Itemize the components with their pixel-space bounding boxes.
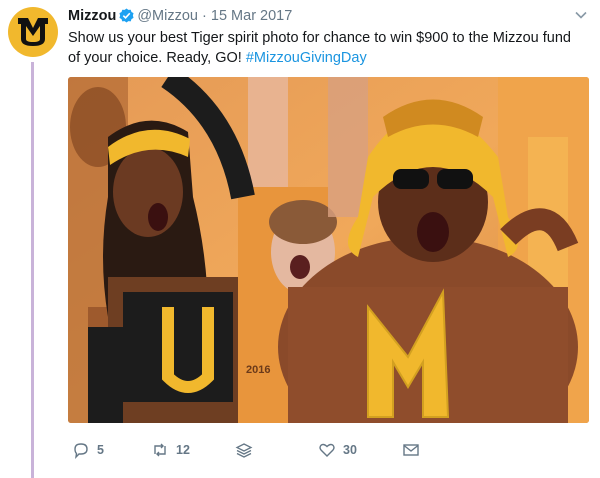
separator-dot: · xyxy=(202,8,207,24)
fans-photo: 2016 xyxy=(68,77,589,423)
tweet-actions: 5 12 30 xyxy=(72,440,432,460)
heart-icon xyxy=(319,443,335,457)
author-name[interactable]: Mizzou xyxy=(68,8,116,24)
reply-button[interactable]: 5 xyxy=(72,440,104,460)
like-count: 30 xyxy=(343,443,357,457)
layers-icon xyxy=(235,443,253,458)
tweet-card: Mizzou @Mizzou · 15 Mar 2017 Show us you… xyxy=(0,0,600,478)
retweet-icon xyxy=(154,443,166,457)
like-button[interactable]: 30 xyxy=(318,440,357,460)
retweet-count: 12 xyxy=(176,443,190,457)
retweet-button[interactable]: 12 xyxy=(151,440,190,460)
hashtag-link[interactable]: #MizzouGivingDay xyxy=(246,50,367,66)
reply-icon xyxy=(74,443,88,459)
tweet-photo[interactable]: 2016 xyxy=(68,77,589,423)
layers-button[interactable] xyxy=(235,440,253,460)
author-handle[interactable]: @Mizzou xyxy=(137,8,198,24)
tweet-header: Mizzou @Mizzou · 15 Mar 2017 xyxy=(68,6,588,26)
tweet-text: Show us your best Tiger spirit photo for… xyxy=(68,28,583,68)
mizzou-logo-icon xyxy=(18,18,48,46)
message-button[interactable] xyxy=(402,440,420,460)
jersey-text: 2016 xyxy=(246,364,270,376)
thread-line xyxy=(31,62,34,478)
chevron-down-icon[interactable] xyxy=(574,8,588,22)
avatar[interactable] xyxy=(8,7,58,57)
verified-badge-icon xyxy=(119,8,134,23)
envelope-icon xyxy=(403,444,419,456)
tweet-date[interactable]: 15 Mar 2017 xyxy=(211,8,292,24)
reply-count: 5 xyxy=(97,443,104,457)
